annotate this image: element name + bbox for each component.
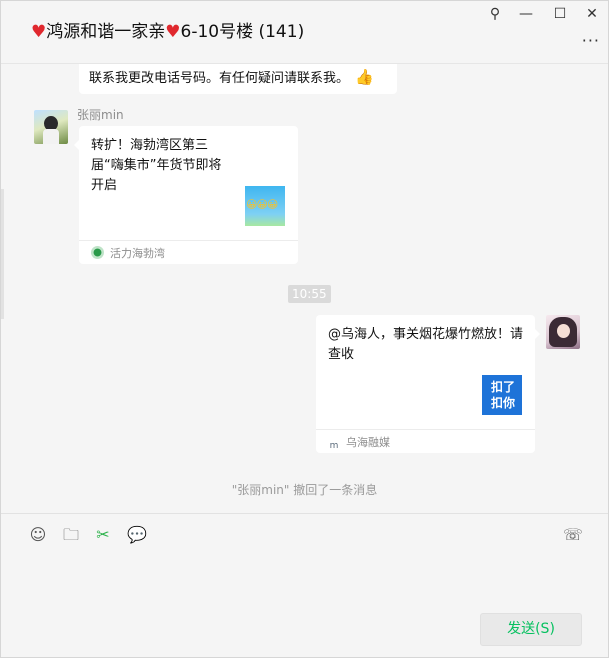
divider xyxy=(1,513,608,514)
chat-title-text: 鸿源和谐一家亲 xyxy=(46,22,166,42)
thumbs-up-icon: 👍 xyxy=(355,68,374,86)
card-title: 转扩！海勃湾区第三届“嗨集市”年货节即将开启 xyxy=(91,138,222,193)
more-options-button[interactable]: ··· xyxy=(582,31,600,50)
message-input[interactable] xyxy=(21,553,591,605)
card-source-name: 乌海融媒 xyxy=(346,436,390,449)
close-button[interactable]: ✕ xyxy=(581,5,603,23)
source-logo-icon xyxy=(91,246,104,259)
card-thumbnail: 😀😀😀 xyxy=(245,186,285,226)
chat-history-icon[interactable]: 💬 xyxy=(127,525,147,545)
recall-notice: "张丽min" 撤回了一条消息 xyxy=(231,483,378,497)
link-card[interactable]: @乌海人，事关烟花爆竹燃放！请查收 扣了扣你 m 乌海融媒 xyxy=(316,315,540,454)
message-bubble[interactable]: 联系我更改电话号码。有任何疑问请联系我。 👍 xyxy=(79,64,397,94)
voice-call-icon[interactable]: ☏ xyxy=(563,525,583,545)
scissors-icon[interactable]: ✂ xyxy=(93,525,113,545)
heart-icon: ♥ xyxy=(31,22,47,42)
minimize-button[interactable]: — xyxy=(515,5,537,23)
card-source: m 乌海融媒 xyxy=(328,434,390,454)
timestamp: 10:55 xyxy=(288,285,331,303)
avatar[interactable] xyxy=(34,110,68,144)
avatar[interactable] xyxy=(546,315,580,349)
chat-title-suffix: 6-10号楼 (141) xyxy=(180,22,305,42)
message-text-content: 联系我更改电话号码。有任何疑问请联系我。 xyxy=(89,71,350,86)
chat-title: ♥鸿源和谐一家亲♥6-10号楼 (141) xyxy=(31,21,304,43)
title-bar: ♥鸿源和谐一家亲♥6-10号楼 (141) ⚲ — ☐ ✕ ··· xyxy=(1,1,608,64)
message-list[interactable]: 联系我更改电话号码。有任何疑问请联系我。 👍 张丽min 转扩！海勃湾区第三届“嗨… xyxy=(1,64,608,513)
card-title: @乌海人，事关烟花爆竹燃放！请查收 xyxy=(328,327,524,362)
thumbnail-emojis: 😀😀😀 xyxy=(246,198,278,211)
pin-icon[interactable]: ⚲ xyxy=(484,5,506,23)
source-logo-icon: m xyxy=(329,441,339,451)
folder-icon[interactable]: 🗀 xyxy=(61,525,81,545)
thumbnail-text: 扣了扣你 xyxy=(490,380,515,410)
message-text: 联系我更改电话号码。有任何疑问请联系我。 👍 xyxy=(89,67,374,86)
heart-icon: ♥ xyxy=(165,22,181,42)
card-source-name: 活力海勃湾 xyxy=(110,247,165,260)
card-thumbnail: 扣了扣你 xyxy=(482,375,522,415)
maximize-button[interactable]: ☐ xyxy=(549,5,571,23)
sender-name: 张丽min xyxy=(77,108,124,122)
chat-window: ♥鸿源和谐一家亲♥6-10号楼 (141) ⚲ — ☐ ✕ ··· 联系我更改电… xyxy=(0,0,609,658)
card-source: 活力海勃湾 xyxy=(91,245,165,261)
link-card[interactable]: 转扩！海勃湾区第三届“嗨集市”年货节即将开启 😀😀😀 活力海勃湾 xyxy=(74,126,298,264)
send-button[interactable]: 发送(S) xyxy=(480,613,582,646)
scrollbar[interactable] xyxy=(1,189,4,319)
emoji-icon[interactable]: ☺ xyxy=(28,525,48,545)
